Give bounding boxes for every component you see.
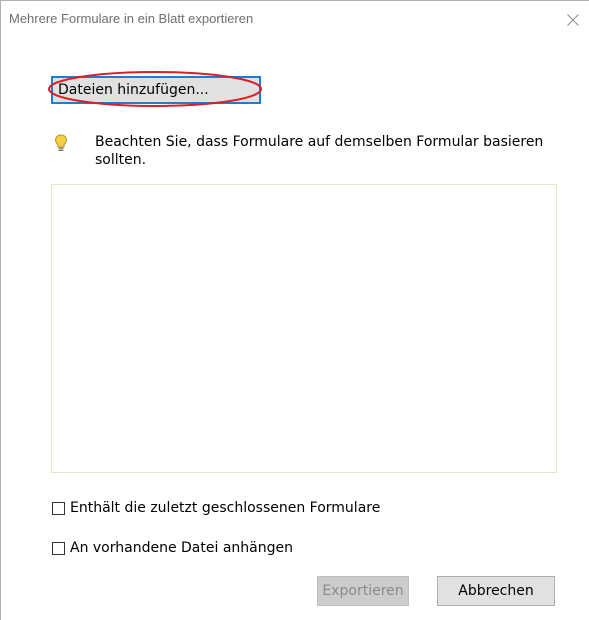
title-bar: Mehrere Formulare in ein Blatt exportier…: [1, 1, 589, 41]
include-recent-checkbox[interactable]: [52, 501, 65, 515]
include-recent-label: Enthält die zuletzt geschlossenen Formul…: [70, 500, 381, 516]
close-button[interactable]: [560, 7, 586, 31]
include-recent-option[interactable]: Enthält die zuletzt geschlossenen Formul…: [52, 498, 380, 518]
export-dialog: Mehrere Formulare in ein Blatt exportier…: [0, 0, 589, 620]
close-icon: [567, 14, 579, 26]
add-files-area: Dateien hinzufügen...: [48, 71, 263, 107]
append-checkbox[interactable]: [52, 541, 65, 555]
dialog-title: Mehrere Formulare in ein Blatt exportier…: [9, 11, 254, 26]
append-option[interactable]: An vorhandene Datei anhängen: [52, 538, 293, 558]
cancel-button[interactable]: Abbrechen: [437, 576, 555, 606]
append-label: An vorhandene Datei anhängen: [70, 540, 293, 556]
file-list[interactable]: [51, 184, 557, 473]
add-files-button[interactable]: Dateien hinzufügen...: [51, 76, 261, 104]
export-button[interactable]: Exportieren: [317, 576, 409, 606]
hint-text: Beachten Sie, dass Formulare auf demselb…: [95, 134, 544, 168]
lightbulb-icon: [54, 134, 68, 151]
